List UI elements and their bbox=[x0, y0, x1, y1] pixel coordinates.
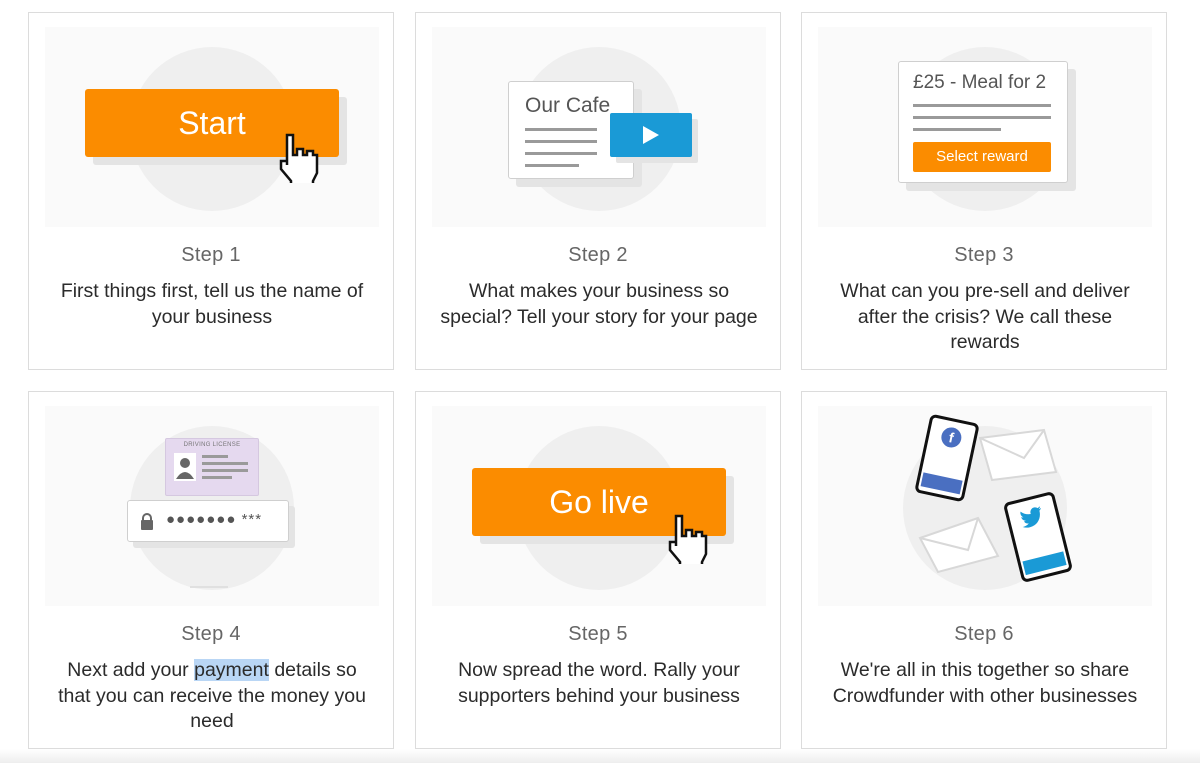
step-card-3: £25 - Meal for 2 Select reward Step 3 Wh… bbox=[801, 12, 1167, 370]
step-label: Step 2 bbox=[568, 244, 628, 266]
facebook-icon: f bbox=[939, 425, 964, 450]
bottom-shadow bbox=[0, 749, 1200, 763]
step-description: First things first, tell us the name of … bbox=[60, 280, 364, 328]
phone-screen-bar bbox=[920, 472, 963, 495]
step-1-illustration: Start bbox=[45, 27, 379, 227]
select-reward-button: Select reward bbox=[913, 142, 1051, 172]
story-page-title: Our Cafe bbox=[525, 94, 611, 117]
lock-icon bbox=[141, 513, 153, 530]
text-line bbox=[202, 462, 248, 465]
step-label: Step 3 bbox=[954, 244, 1014, 266]
step-3-illustration: £25 - Meal for 2 Select reward bbox=[818, 27, 1152, 227]
text-line bbox=[202, 469, 248, 472]
step-5-illustration: Go live bbox=[432, 406, 766, 606]
step-card-5: Go live Step 5 Now spread the word. Rall… bbox=[415, 391, 781, 749]
step-label: Step 4 bbox=[181, 623, 241, 645]
highlighted-word: payment bbox=[194, 659, 269, 681]
text-line bbox=[913, 104, 1051, 107]
reward-card: £25 - Meal for 2 Select reward bbox=[898, 61, 1068, 183]
video-block bbox=[610, 113, 692, 157]
desc-part: Next add your bbox=[67, 659, 195, 681]
hand-cursor-icon bbox=[279, 133, 319, 183]
step-card-6: f Step 6 We're all in this together so s… bbox=[801, 391, 1167, 749]
text-line bbox=[202, 476, 232, 479]
step-description: What can you pre-sell and deliver after … bbox=[840, 280, 1130, 353]
step-description: Next add your payment details so that yo… bbox=[49, 658, 375, 735]
play-icon bbox=[643, 126, 659, 144]
step-6-illustration: f bbox=[818, 406, 1152, 606]
text-line bbox=[525, 152, 597, 155]
reward-title: £25 - Meal for 2 bbox=[913, 72, 1047, 93]
text-line bbox=[525, 128, 597, 131]
step-label: Step 1 bbox=[181, 244, 241, 266]
step-4-illustration: DRIVING LICENSE ●●●●●●● *** bbox=[45, 406, 379, 606]
license-photo bbox=[174, 453, 196, 481]
driving-license-card: DRIVING LICENSE bbox=[165, 438, 259, 496]
phone-screen-bar bbox=[1022, 551, 1067, 576]
step-label: Step 6 bbox=[954, 623, 1014, 645]
text-line bbox=[913, 128, 1001, 131]
text-line bbox=[525, 164, 579, 167]
step-2-illustration: Our Cafe bbox=[432, 27, 766, 227]
divider-line bbox=[190, 586, 228, 588]
step-description: What makes your business so special? Tel… bbox=[440, 280, 758, 328]
step-label: Step 5 bbox=[568, 623, 628, 645]
text-line bbox=[202, 455, 228, 458]
password-field: ●●●●●●● *** bbox=[127, 500, 289, 542]
step-card-1: Start Step 1 First things first, tell us… bbox=[28, 12, 394, 370]
step-description: We're all in this together so share Crow… bbox=[832, 659, 1138, 707]
step-description: Now spread the word. Rally your supporte… bbox=[458, 659, 740, 707]
twitter-icon bbox=[1020, 506, 1042, 528]
hand-cursor-icon bbox=[668, 514, 708, 564]
text-line bbox=[525, 140, 597, 143]
license-title: DRIVING LICENSE bbox=[183, 442, 241, 448]
step-card-2: Our Cafe Step 2 What makes your business… bbox=[415, 12, 781, 370]
step-card-4: DRIVING LICENSE ●●●●●●● *** Step 4 Next … bbox=[28, 391, 394, 749]
envelope-icon bbox=[978, 428, 1058, 482]
envelope-icon bbox=[918, 516, 1000, 574]
person-icon bbox=[176, 458, 194, 479]
masked-value: ●●●●●●● *** bbox=[166, 511, 263, 528]
text-line bbox=[913, 116, 1051, 119]
